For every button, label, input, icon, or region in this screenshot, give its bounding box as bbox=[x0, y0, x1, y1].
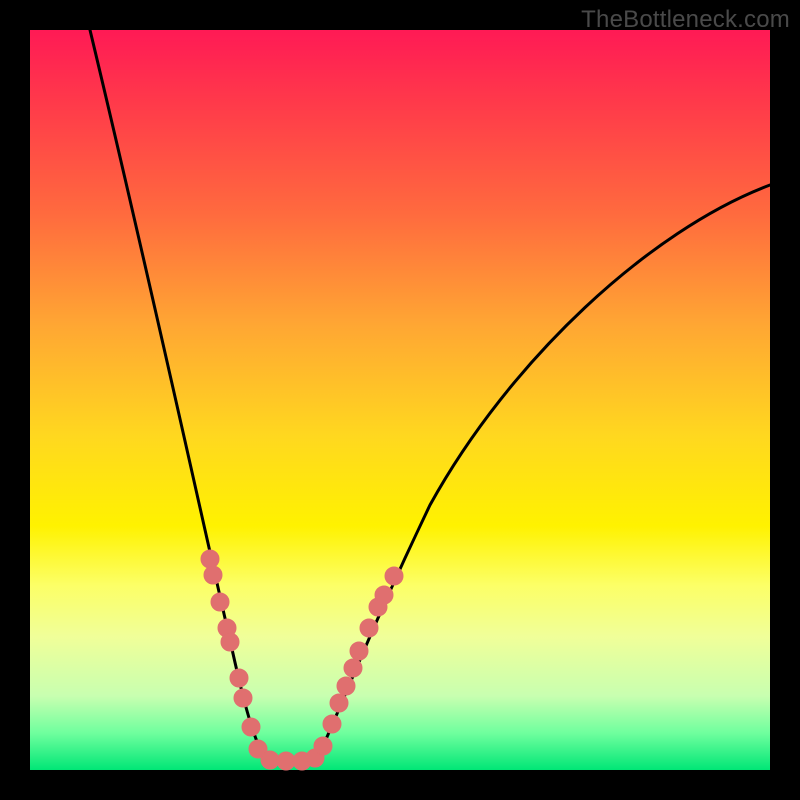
data-point bbox=[323, 715, 341, 733]
data-point bbox=[385, 567, 403, 585]
data-point bbox=[204, 566, 222, 584]
data-point bbox=[221, 633, 239, 651]
data-point bbox=[375, 586, 393, 604]
data-point bbox=[277, 752, 295, 770]
watermark-text: TheBottleneck.com bbox=[581, 6, 790, 34]
data-point bbox=[261, 751, 279, 769]
data-point bbox=[211, 593, 229, 611]
data-point bbox=[330, 694, 348, 712]
data-point bbox=[230, 669, 248, 687]
chart-frame bbox=[30, 30, 770, 770]
data-point bbox=[234, 689, 252, 707]
bottleneck-curve-svg bbox=[30, 30, 770, 770]
data-point bbox=[337, 677, 355, 695]
data-point bbox=[350, 642, 368, 660]
data-point bbox=[242, 718, 260, 736]
data-point bbox=[201, 550, 219, 568]
data-point bbox=[314, 737, 332, 755]
data-point bbox=[360, 619, 378, 637]
data-point bbox=[344, 659, 362, 677]
curve-left-branch bbox=[90, 30, 264, 757]
curve-right-branch bbox=[318, 185, 770, 757]
